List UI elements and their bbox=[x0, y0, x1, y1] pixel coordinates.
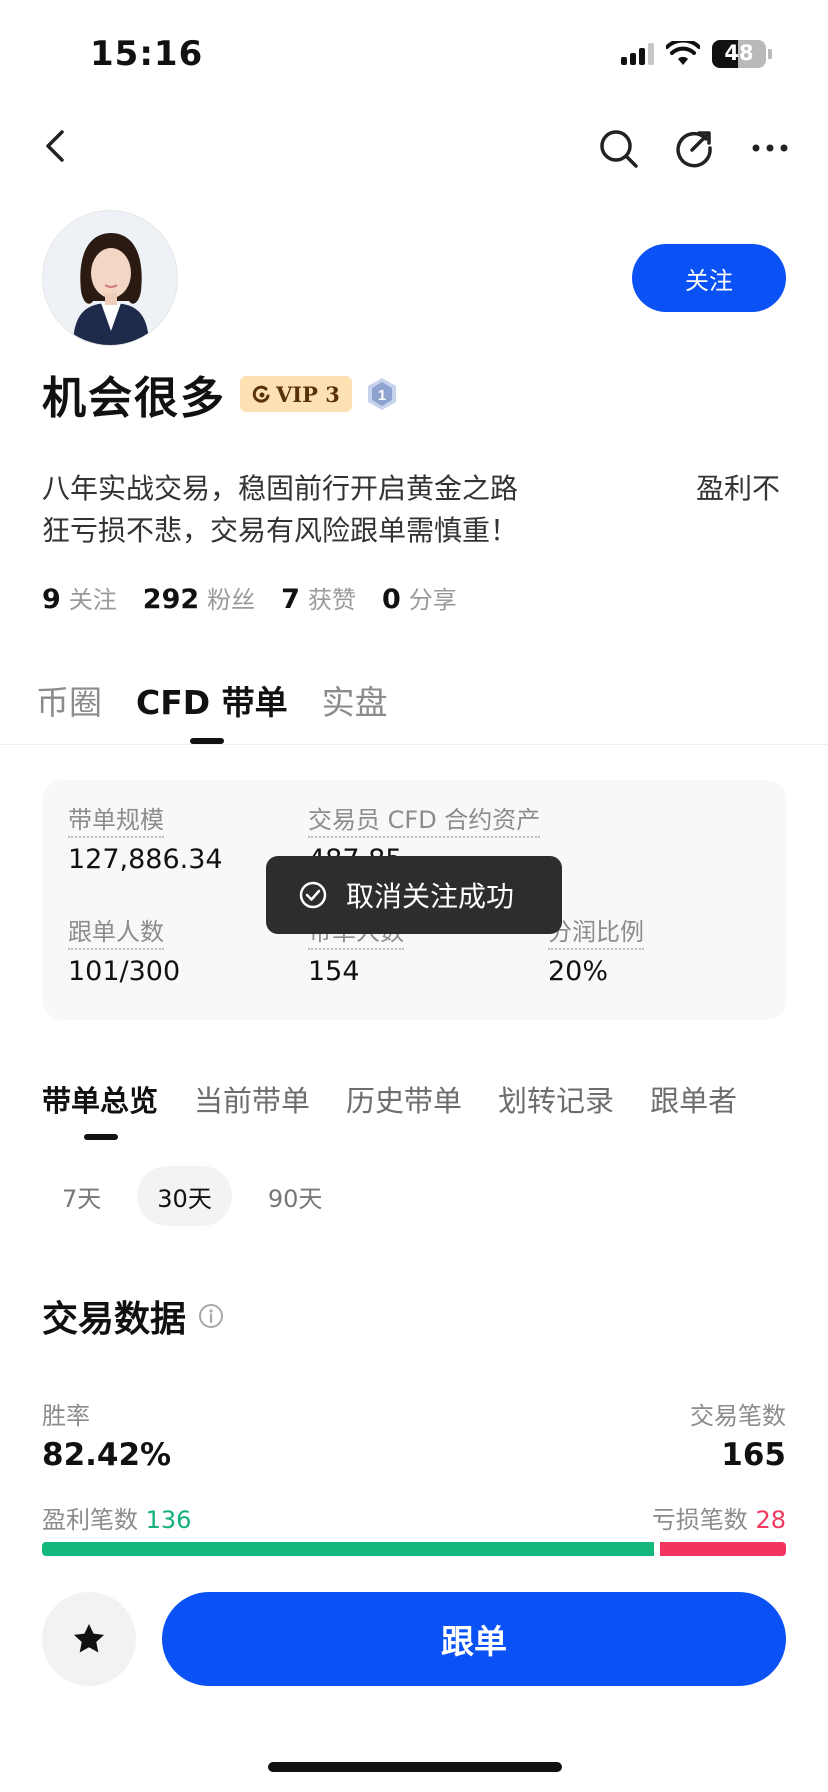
stat-shares[interactable]: 0 分享 bbox=[382, 580, 457, 615]
assets-label[interactable]: 交易员 CFD 合约资产 bbox=[308, 804, 541, 838]
top-nav bbox=[0, 118, 828, 178]
profit-count-label: 盈利笔数 bbox=[42, 1506, 138, 1534]
stat-likes[interactable]: 7 获赞 bbox=[281, 580, 356, 615]
stat-fans[interactable]: 292 粉丝 bbox=[143, 580, 255, 615]
profit-share-label[interactable]: 分润比例 bbox=[548, 916, 644, 950]
period-30d[interactable]: 30天 bbox=[137, 1166, 232, 1226]
win-rate-block: 胜率 82.42% bbox=[42, 1396, 171, 1473]
period-90d[interactable]: 90天 bbox=[248, 1166, 343, 1226]
toast-text: 取消关注成功 bbox=[346, 880, 515, 913]
win-rate-label: 胜率 bbox=[42, 1402, 90, 1430]
sub-tabs: 带单总览 当前带单 历史带单 划转记录 跟单者 bbox=[42, 1078, 737, 1140]
favorite-button[interactable] bbox=[42, 1592, 136, 1686]
subtab-history[interactable]: 历史带单 bbox=[346, 1078, 462, 1120]
username: 机会很多 bbox=[42, 373, 226, 424]
name-row: 机会很多 VIP 3 1 bbox=[42, 362, 398, 426]
profit-loss-row: 盈利笔数 136 亏损笔数 28 bbox=[42, 1500, 786, 1535]
win-bar bbox=[42, 1542, 655, 1556]
scale-cell: 带单规模 127,886.34 bbox=[68, 804, 223, 875]
followers-cell: 跟单人数 101/300 bbox=[68, 916, 180, 987]
scale-value: 127,886.34 bbox=[68, 844, 223, 875]
win-loss-bar bbox=[42, 1542, 786, 1556]
battery-icon: 48 bbox=[712, 40, 766, 68]
toast: 取消关注成功 bbox=[266, 856, 562, 934]
scale-label[interactable]: 带单规模 bbox=[68, 804, 164, 838]
avatar bbox=[42, 210, 178, 346]
loss-count: 28 bbox=[755, 1506, 786, 1534]
tab-live[interactable]: 实盘 bbox=[322, 676, 388, 724]
leaders-value: 154 bbox=[308, 956, 360, 987]
tab-cfd[interactable]: CFD 带单 bbox=[136, 676, 288, 744]
vip-label: VIP 3 bbox=[276, 381, 340, 407]
profit-share-value: 20% bbox=[548, 956, 609, 987]
vip-icon bbox=[252, 385, 270, 403]
profit-count: 136 bbox=[145, 1506, 192, 1534]
check-circle-icon bbox=[299, 881, 327, 909]
tabs-divider bbox=[0, 744, 828, 745]
search-icon[interactable] bbox=[596, 126, 640, 170]
follow-button[interactable]: 关注 bbox=[632, 244, 786, 312]
tab-crypto[interactable]: 币圈 bbox=[36, 676, 102, 724]
stat-following[interactable]: 9 关注 bbox=[42, 580, 117, 615]
level-number: 1 bbox=[378, 387, 386, 404]
copy-trade-button[interactable]: 跟单 bbox=[162, 1592, 786, 1686]
trades-value: 165 bbox=[721, 1437, 786, 1473]
info-icon[interactable] bbox=[198, 1303, 224, 1329]
loss-count-label: 亏损笔数 bbox=[651, 1506, 748, 1534]
more-icon[interactable] bbox=[748, 126, 792, 170]
profile-stats: 9 关注 292 粉丝 7 获赞 0 分享 bbox=[42, 580, 457, 615]
status-bar: 15:16 48 bbox=[0, 0, 828, 110]
win-rate-value: 82.42% bbox=[42, 1437, 172, 1473]
bio-line-2: 狂亏损不悲，交易有风险跟单需慎重！ bbox=[42, 514, 519, 547]
bottom-action-bar: 跟单 bbox=[0, 1590, 828, 1690]
bio: 八年实战交易，稳固前行开启黄金之路 盈利不 狂亏损不悲，交易有风险跟单需慎重！ bbox=[42, 468, 788, 552]
home-indicator bbox=[268, 1762, 562, 1772]
trades-label: 交易笔数 bbox=[690, 1402, 786, 1430]
vip-badge: VIP 3 bbox=[240, 376, 352, 412]
trade-data-title: 交易数据 bbox=[42, 1299, 187, 1340]
loss-bar bbox=[660, 1542, 786, 1556]
followers-label[interactable]: 跟单人数 bbox=[68, 916, 164, 950]
period-selector: 7天 30天 90天 bbox=[42, 1166, 342, 1226]
profit-share-cell: 分润比例 20% bbox=[548, 916, 644, 987]
battery-level: 48 bbox=[724, 41, 754, 65]
subtab-followers[interactable]: 跟单者 bbox=[650, 1078, 737, 1120]
main-tabs: 币圈 CFD 带单 实盘 bbox=[36, 676, 388, 744]
followers-value: 101/300 bbox=[68, 956, 181, 987]
wifi-icon bbox=[666, 41, 700, 65]
level-badge-icon: 1 bbox=[367, 378, 396, 410]
signal-icon bbox=[621, 43, 654, 65]
period-7d[interactable]: 7天 bbox=[42, 1166, 121, 1226]
status-time: 15:16 bbox=[90, 34, 204, 74]
trade-data-header: 交易数据 bbox=[42, 1290, 224, 1342]
share-icon[interactable] bbox=[672, 126, 716, 170]
trades-block: 交易笔数 165 bbox=[690, 1396, 786, 1473]
star-icon bbox=[73, 1623, 105, 1653]
status-icons: 48 bbox=[621, 40, 772, 68]
subtab-overview[interactable]: 带单总览 bbox=[42, 1078, 158, 1140]
subtab-current[interactable]: 当前带单 bbox=[194, 1078, 310, 1120]
subtab-transfers[interactable]: 划转记录 bbox=[498, 1078, 614, 1120]
bio-line-1-tail: 盈利不 bbox=[695, 472, 780, 505]
bio-line-1: 八年实战交易，稳固前行开启黄金之路 bbox=[42, 472, 519, 505]
chevron-left-icon[interactable] bbox=[36, 126, 76, 166]
